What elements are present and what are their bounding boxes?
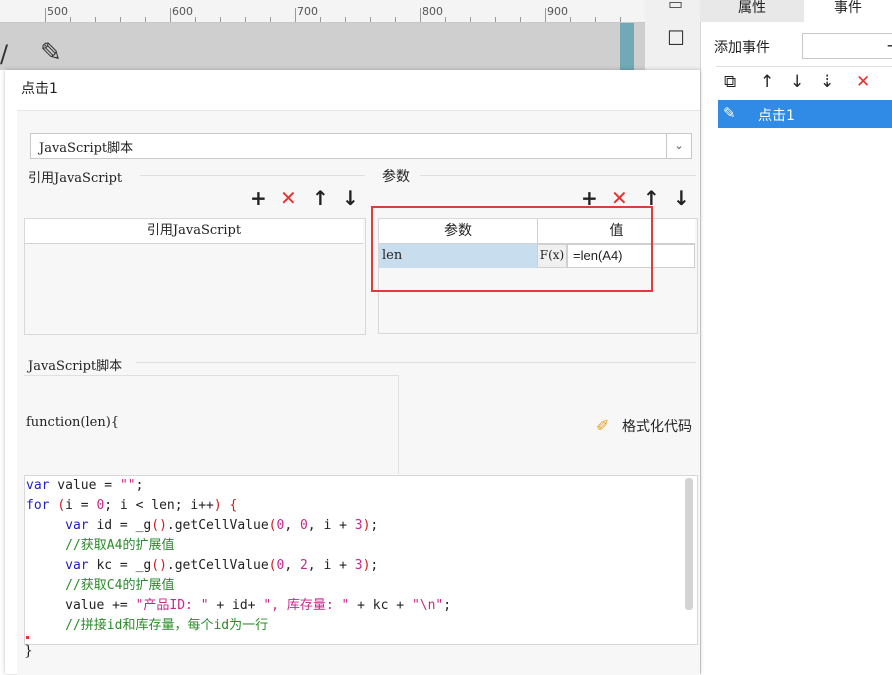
add-ref-button[interactable]: + <box>250 186 267 210</box>
event-list-item[interactable]: ✎ 点击1 <box>718 100 892 128</box>
ref-js-section-title: 引用JavaScript <box>28 171 123 186</box>
chevron-down-icon[interactable]: ⌄ <box>666 134 691 158</box>
add-event-label: 添加事件 <box>714 40 770 56</box>
pencil-icon[interactable]: ✎ <box>723 104 736 122</box>
tool-icon[interactable]: ∕ <box>0 40 8 68</box>
code-line[interactable]: var kc = _g().getCellValue(0, 2, i + 3); <box>26 558 378 573</box>
script-type-select[interactable]: JavaScript脚本 ⌄ <box>30 133 692 159</box>
delete-icon[interactable]: ✕ <box>856 72 870 92</box>
ruler-label: 800 <box>422 5 443 18</box>
pencil-icon[interactable]: ✎ <box>40 38 62 68</box>
highlight-box <box>371 206 653 292</box>
table-header: 引用JavaScript <box>25 219 363 244</box>
toolbar-icon[interactable]: ▭ <box>668 0 683 13</box>
params-section-title: 参数 <box>382 169 410 185</box>
error-marker <box>26 636 29 639</box>
horizontal-ruler: 500 600 700 800 900 <box>0 0 645 23</box>
frame-icon[interactable]: ☐ <box>667 26 685 50</box>
column-header: 引用JavaScript <box>146 223 242 238</box>
format-code-button[interactable]: 格式化代码 <box>622 416 692 436</box>
function-footer: } <box>24 643 33 659</box>
ruler-label: 700 <box>297 5 318 18</box>
code-line[interactable]: //拼接id和库存量，每个id为一行 <box>26 618 268 633</box>
move-down-ref-button[interactable]: ↓ <box>342 186 359 210</box>
ref-js-table: 引用JavaScript <box>24 218 366 335</box>
code-text[interactable]: var value = ""; for (i = 0; i < len; i++… <box>25 476 697 636</box>
dialog-title: 点击1 <box>21 81 58 97</box>
move-up-ref-button[interactable]: ↑ <box>312 186 329 210</box>
ruler-label: 500 <box>47 5 68 18</box>
delete-ref-button[interactable]: ✕ <box>280 186 297 210</box>
add-event-button[interactable]: + <box>886 36 892 55</box>
add-event-select[interactable] <box>802 33 892 59</box>
tab-properties[interactable]: 属性 <box>700 0 804 22</box>
canvas-area <box>0 23 645 70</box>
selection-bar <box>620 23 634 70</box>
tab-events[interactable]: 事件 <box>804 0 892 22</box>
arrow-up-icon[interactable]: ↑ <box>760 72 774 92</box>
code-line[interactable]: //获取A4的扩展值 <box>26 538 174 553</box>
code-line[interactable]: for (i = 0; i < len; i++) { <box>26 498 237 513</box>
event-label: 点击1 <box>758 108 795 124</box>
script-type-value: JavaScript脚本 <box>39 141 134 156</box>
code-editor[interactable]: var value = ""; for (i = 0; i < len; i++… <box>24 475 698 645</box>
function-header: function(len){ <box>26 415 120 430</box>
broom-icon[interactable]: ✐ <box>596 416 609 435</box>
sort-down-icon[interactable]: ⇣ <box>820 72 834 92</box>
scrollbar[interactable] <box>685 478 693 610</box>
code-line[interactable]: var value = ""; <box>26 478 143 493</box>
arrow-down-icon[interactable]: ↓ <box>790 72 804 92</box>
copy-icon[interactable]: ⧉ <box>724 72 736 92</box>
ruler-label: 900 <box>547 5 568 18</box>
code-line[interactable]: value += "产品ID: " + id+ ", 库存量: " + kc +… <box>26 598 451 613</box>
move-down-param-button[interactable]: ↓ <box>673 186 690 210</box>
code-line[interactable]: //获取C4的扩展值 <box>26 578 174 593</box>
code-line[interactable]: var id = _g().getCellValue(0, 0, i + 3); <box>26 518 378 533</box>
script-section-title: JavaScript脚本 <box>28 359 123 374</box>
ruler-label: 600 <box>172 5 193 18</box>
